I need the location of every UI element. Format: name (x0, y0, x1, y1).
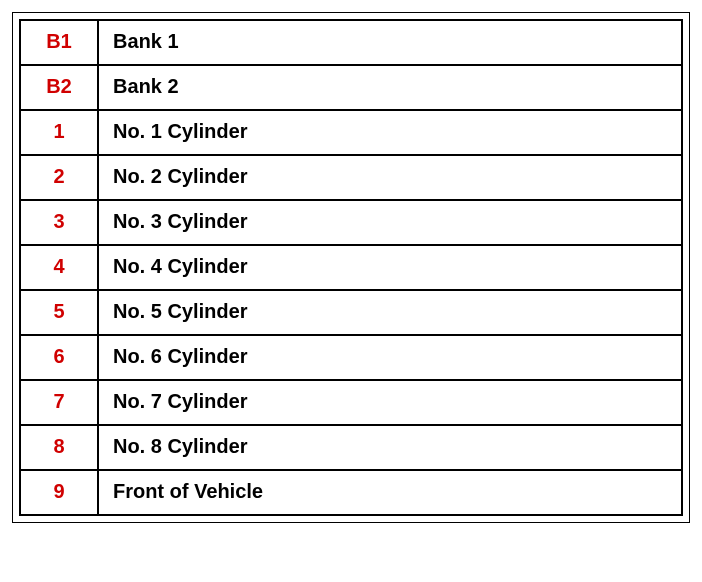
table-row: 2 No. 2 Cylinder (20, 155, 682, 200)
legend-code: 2 (20, 155, 98, 200)
table-row: B1 Bank 1 (20, 20, 682, 65)
legend-frame: B1 Bank 1 B2 Bank 2 1 No. 1 Cylinder 2 N… (12, 12, 690, 523)
table-row: 4 No. 4 Cylinder (20, 245, 682, 290)
legend-code: 6 (20, 335, 98, 380)
table-row: 3 No. 3 Cylinder (20, 200, 682, 245)
table-row: 5 No. 5 Cylinder (20, 290, 682, 335)
legend-description: No. 3 Cylinder (98, 200, 682, 245)
legend-code: 4 (20, 245, 98, 290)
legend-code: 1 (20, 110, 98, 155)
legend-code: B2 (20, 65, 98, 110)
legend-description: No. 7 Cylinder (98, 380, 682, 425)
table-row: 9 Front of Vehicle (20, 470, 682, 515)
legend-code: 7 (20, 380, 98, 425)
legend-description: No. 4 Cylinder (98, 245, 682, 290)
legend-description: Bank 1 (98, 20, 682, 65)
table-row: 6 No. 6 Cylinder (20, 335, 682, 380)
legend-description: No. 6 Cylinder (98, 335, 682, 380)
table-row: 8 No. 8 Cylinder (20, 425, 682, 470)
legend-table: B1 Bank 1 B2 Bank 2 1 No. 1 Cylinder 2 N… (19, 19, 683, 516)
table-row: 7 No. 7 Cylinder (20, 380, 682, 425)
legend-code: 5 (20, 290, 98, 335)
table-row: B2 Bank 2 (20, 65, 682, 110)
legend-description: Bank 2 (98, 65, 682, 110)
legend-description: Front of Vehicle (98, 470, 682, 515)
legend-description: No. 8 Cylinder (98, 425, 682, 470)
legend-code: 9 (20, 470, 98, 515)
legend-description: No. 1 Cylinder (98, 110, 682, 155)
legend-description: No. 2 Cylinder (98, 155, 682, 200)
legend-code: 8 (20, 425, 98, 470)
legend-description: No. 5 Cylinder (98, 290, 682, 335)
legend-code: 3 (20, 200, 98, 245)
table-row: 1 No. 1 Cylinder (20, 110, 682, 155)
legend-code: B1 (20, 20, 98, 65)
